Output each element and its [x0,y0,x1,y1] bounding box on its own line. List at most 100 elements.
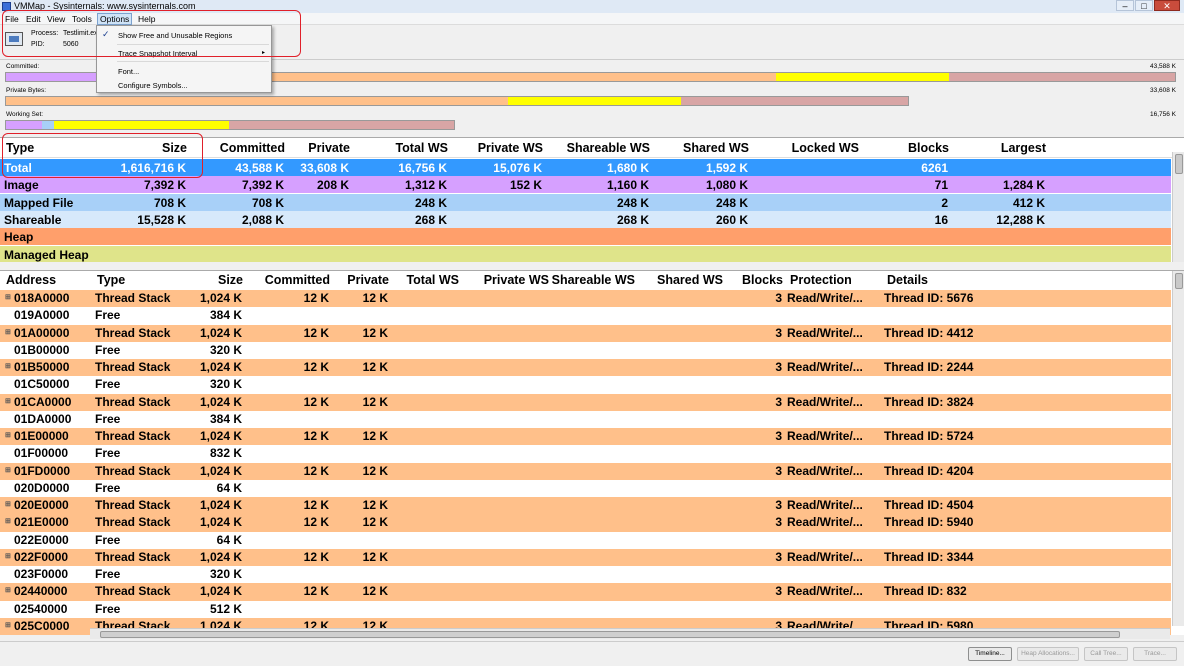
cell-shared-ws: 260 K [715,212,748,227]
summary-row-heap[interactable]: Heap [0,228,1171,246]
table-row[interactable]: 01C50000 Free 320 K [0,376,1171,394]
scroll-thumb[interactable] [1175,154,1183,174]
table-row[interactable]: 01DA0000 Free 384 K [0,410,1171,428]
cell-size: 1,024 K [199,498,242,512]
minimize-button[interactable]: – [1116,0,1134,11]
table-row[interactable]: 02540000 Free 512 K [0,600,1171,618]
cell-address: 021E0000 [14,515,69,530]
expand-icon[interactable]: ⊞ [5,518,11,525]
expand-icon[interactable]: ⊞ [5,587,11,594]
cell-shareable-ws: 1,160 K [606,178,649,193]
scroll-thumb[interactable] [1175,273,1183,289]
table-row[interactable]: ⊞ 01A00000 Thread Stack 1,024 K 12 K 12 K 3 Rea… [0,324,1171,342]
col-shared-ws[interactable]: Shared WS [657,273,723,287]
expand-icon[interactable]: ⊞ [5,363,11,370]
table-row[interactable]: ⊞ 01B50000 Thread Stack 1,024 K 12 K 12 K 3 Rea… [0,359,1171,377]
col-largest[interactable]: Largest [1001,141,1046,155]
cell-committed: 7,392 K [241,178,284,193]
table-row[interactable]: 022E0000 Free 64 K [0,531,1171,549]
cell-size: 1,024 K [199,429,242,443]
cell-address: 01CA0000 [14,394,72,409]
table-row[interactable]: ⊞ 022F0000 Thread Stack 1,024 K 12 K 12 K 3 Rea… [0,548,1171,566]
maximize-button[interactable]: □ [1135,0,1153,11]
col-committed[interactable]: Committed [265,273,330,287]
summary-row-managed-heap[interactable]: Managed Heap [0,245,1171,262]
scroll-thumb[interactable] [100,631,1120,638]
col-type[interactable]: Type [97,273,125,287]
cell-largest: 412 K [1012,195,1045,210]
summary-row-image[interactable]: Image 7,392 K 7,392 K 208 K 1,312 K 152 K 1,16… [0,176,1171,194]
close-button[interactable]: ✕ [1154,0,1180,11]
call-tree-button[interactable]: Call Tree... [1084,647,1128,661]
menu-item-font[interactable]: Font... [118,67,139,76]
cell-protection: Read/Write/... [787,463,863,478]
col-private-ws[interactable]: Private WS [478,141,543,155]
cell-total-ws: 268 K [414,212,447,227]
summary-row-mapped-file[interactable]: Mapped File 708 K 708 K 248 K 248 K 248 K 2 412… [0,193,1171,211]
table-row[interactable]: 019A0000 Free 384 K [0,307,1171,325]
expand-icon[interactable]: ⊞ [5,622,11,629]
col-locked-ws[interactable]: Locked WS [792,141,859,155]
cell-type: Free [95,480,121,495]
table-row[interactable]: 023F0000 Free 320 K [0,566,1171,584]
cell-protection: Read/Write/... [787,584,863,599]
col-protection[interactable]: Protection [790,273,852,287]
bottom-button-bar: Timeline... Heap Allocations... Call Tre… [0,641,1184,666]
timeline-button[interactable]: Timeline... [968,647,1012,661]
table-row[interactable]: ⊞ 021E0000 Thread Stack 1,024 K 12 K 12 K 3 Rea… [0,514,1171,532]
table-row[interactable]: ⊞ 020E0000 Thread Stack 1,024 K 12 K 12 K 3 Rea… [0,497,1171,515]
cell-shareable-ws: 248 K [616,195,649,210]
col-total-ws[interactable]: Total WS [395,141,448,155]
cell-committed: 12 K [303,498,329,512]
table-row[interactable]: ⊞ 01CA0000 Thread Stack 1,024 K 12 K 12 K 3 Rea… [0,393,1171,411]
expand-icon[interactable]: ⊞ [5,467,11,474]
expand-icon[interactable]: ⊞ [5,501,11,508]
table-row[interactable]: 01B00000 Free 320 K [0,341,1171,359]
menu-item-configure-symbols[interactable]: Configure Symbols... [118,81,188,90]
heap-allocations-button[interactable]: Heap Allocations... [1017,647,1079,661]
cell-blocks: 3 [775,498,782,512]
col-blocks[interactable]: Blocks [742,273,783,287]
expand-icon[interactable]: ⊞ [5,329,11,336]
working-set-graph-value: 16,756 K [1149,111,1176,118]
col-private[interactable]: Private [347,273,389,287]
table-row[interactable]: ⊞ 01FD0000 Thread Stack 1,024 K 12 K 12 K 3 Rea… [0,462,1171,480]
expand-icon[interactable]: ⊞ [5,553,11,560]
table-row[interactable]: ⊞ 02440000 Thread Stack 1,024 K 12 K 12 K 3 Rea… [0,583,1171,601]
cell-size: 832 K [209,446,242,461]
table-row[interactable]: 01F00000 Free 832 K [0,445,1171,463]
col-details[interactable]: Details [887,273,928,287]
cell-details: Thread ID: 2244 [884,360,974,374]
detail-vertical-scrollbar[interactable] [1172,271,1184,626]
expand-icon[interactable]: ⊞ [5,432,11,439]
cell-committed: 12 K [303,429,329,443]
col-total-ws[interactable]: Total WS [406,273,459,287]
col-shareable-ws[interactable]: Shareable WS [567,141,650,155]
table-row[interactable]: ⊞ 018A0000 Thread Stack 1,024 K 12 K 12 K 3 Rea… [0,290,1171,308]
pane-splitter[interactable] [0,262,1184,270]
cell-shared-ws: 1,080 K [705,178,748,193]
cell-size: 320 K [209,567,242,581]
cell-shared-ws: 248 K [715,195,748,210]
trace-button[interactable]: Trace... [1133,647,1177,661]
summary-vertical-scrollbar[interactable] [1172,152,1184,262]
cell-size: 1,024 K [199,360,242,374]
detail-horizontal-scrollbar[interactable] [90,628,1170,639]
table-row[interactable]: 020D0000 Free 64 K [0,479,1171,497]
col-shared-ws[interactable]: Shared WS [683,141,749,155]
expand-icon[interactable]: ⊞ [5,294,11,301]
col-committed[interactable]: Committed [220,141,285,155]
col-blocks[interactable]: Blocks [908,141,949,155]
col-address[interactable]: Address [6,273,56,287]
col-private[interactable]: Private [308,141,350,155]
expand-icon[interactable]: ⊞ [5,398,11,405]
cell-size: 320 K [209,342,242,357]
cell-protection: Read/Write/... [787,325,863,340]
summary-row-shareable[interactable]: Shareable 15,528 K 2,088 K 268 K 268 K 260 K 1… [0,210,1171,228]
col-shareable-ws[interactable]: Shareable WS [552,273,635,287]
col-private-ws[interactable]: Private WS [484,273,549,287]
cell-size: 1,024 K [199,325,242,340]
table-row[interactable]: ⊞ 01E00000 Thread Stack 1,024 K 12 K 12 K 3 Rea… [0,428,1171,446]
cell-blocks: 2 [941,195,948,210]
col-size[interactable]: Size [218,273,243,287]
